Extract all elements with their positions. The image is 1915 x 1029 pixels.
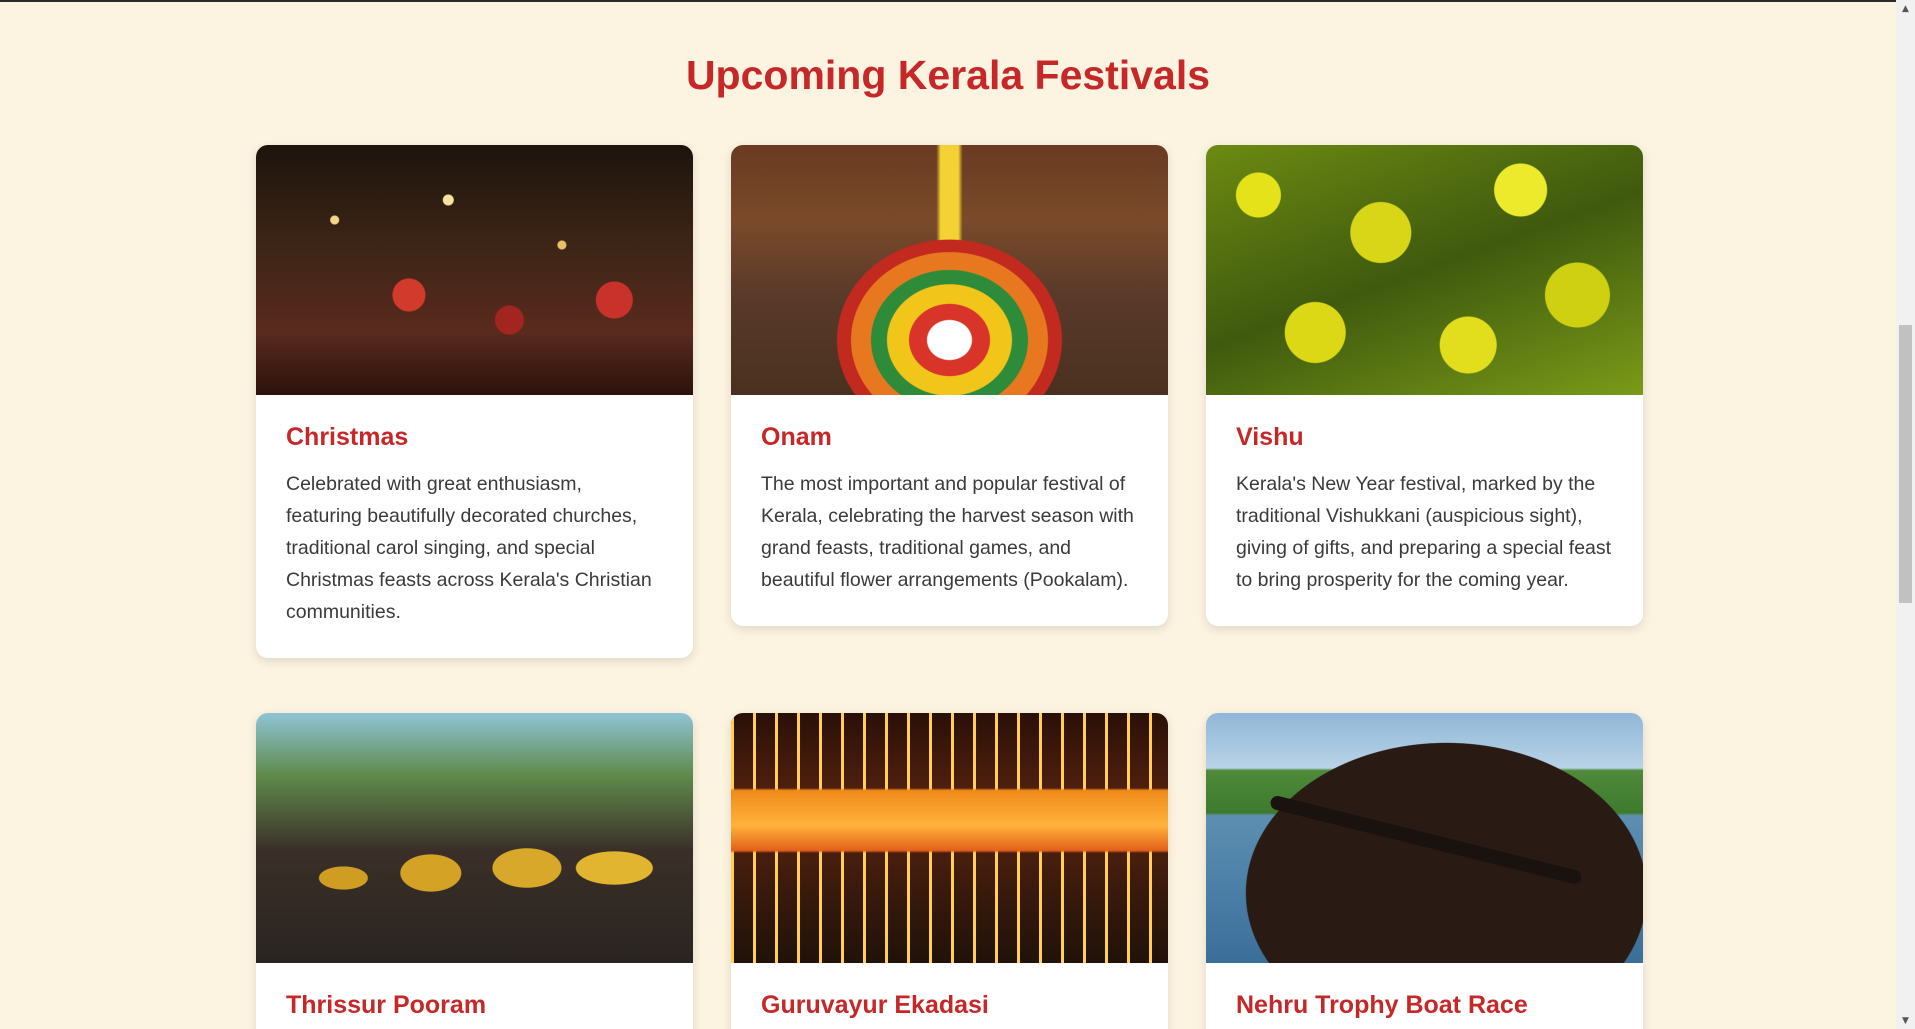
festival-card-christmas[interactable]: Christmas Celebrated with great enthusia… — [256, 145, 693, 658]
boat-race-image — [1206, 713, 1643, 963]
card-body: Christmas Celebrated with great enthusia… — [256, 395, 693, 658]
card-title: Guruvayur Ekadasi — [761, 991, 989, 1019]
scroll-up-icon[interactable]: ▲ — [1896, 0, 1915, 17]
guruvayur-ekadasi-image — [731, 713, 1168, 963]
festival-card-guruvayur-ekadasi[interactable]: Guruvayur Ekadasi — [731, 713, 1168, 1029]
vishu-image — [1206, 145, 1643, 395]
festival-card-vishu[interactable]: Vishu Kerala's New Year festival, marked… — [1206, 145, 1643, 626]
festival-card-thrissur-pooram[interactable]: Thrissur Pooram — [256, 713, 693, 1029]
onam-image — [731, 145, 1168, 395]
thrissur-pooram-image — [256, 713, 693, 963]
card-body: Guruvayur Ekadasi — [731, 963, 1168, 1029]
scrollbar-thumb[interactable] — [1899, 325, 1912, 603]
card-description: Celebrated with great enthusiasm, featur… — [286, 473, 652, 623]
festival-card-onam[interactable]: Onam The most important and popular fest… — [731, 145, 1168, 626]
card-body: Onam The most important and popular fest… — [731, 395, 1168, 626]
page-viewport: Upcoming Kerala Festivals Christmas Cele… — [0, 0, 1896, 1029]
scroll-down-icon[interactable]: ▼ — [1896, 1012, 1915, 1029]
section-title: Upcoming Kerala Festivals — [685, 52, 1211, 98]
card-title: Vishu — [1236, 423, 1304, 451]
card-title: Thrissur Pooram — [286, 991, 487, 1019]
christmas-image — [256, 145, 693, 395]
festival-card-nehru-trophy[interactable]: Nehru Trophy Boat Race — [1206, 713, 1643, 1029]
card-body: Vishu Kerala's New Year festival, marked… — [1206, 395, 1643, 626]
card-body: Thrissur Pooram — [256, 963, 693, 1029]
card-body: Nehru Trophy Boat Race — [1206, 963, 1643, 1029]
card-description: Kerala's New Year festival, marked by th… — [1236, 473, 1612, 591]
card-title: Christmas — [286, 423, 409, 451]
card-title: Onam — [761, 423, 832, 451]
festival-grid: Christmas Celebrated with great enthusia… — [256, 145, 1643, 1029]
card-description: The most important and popular festival … — [761, 473, 1134, 591]
card-title: Nehru Trophy Boat Race — [1236, 991, 1528, 1019]
top-border — [0, 0, 1896, 2]
vertical-scrollbar[interactable]: ▲ ▼ — [1896, 0, 1915, 1029]
